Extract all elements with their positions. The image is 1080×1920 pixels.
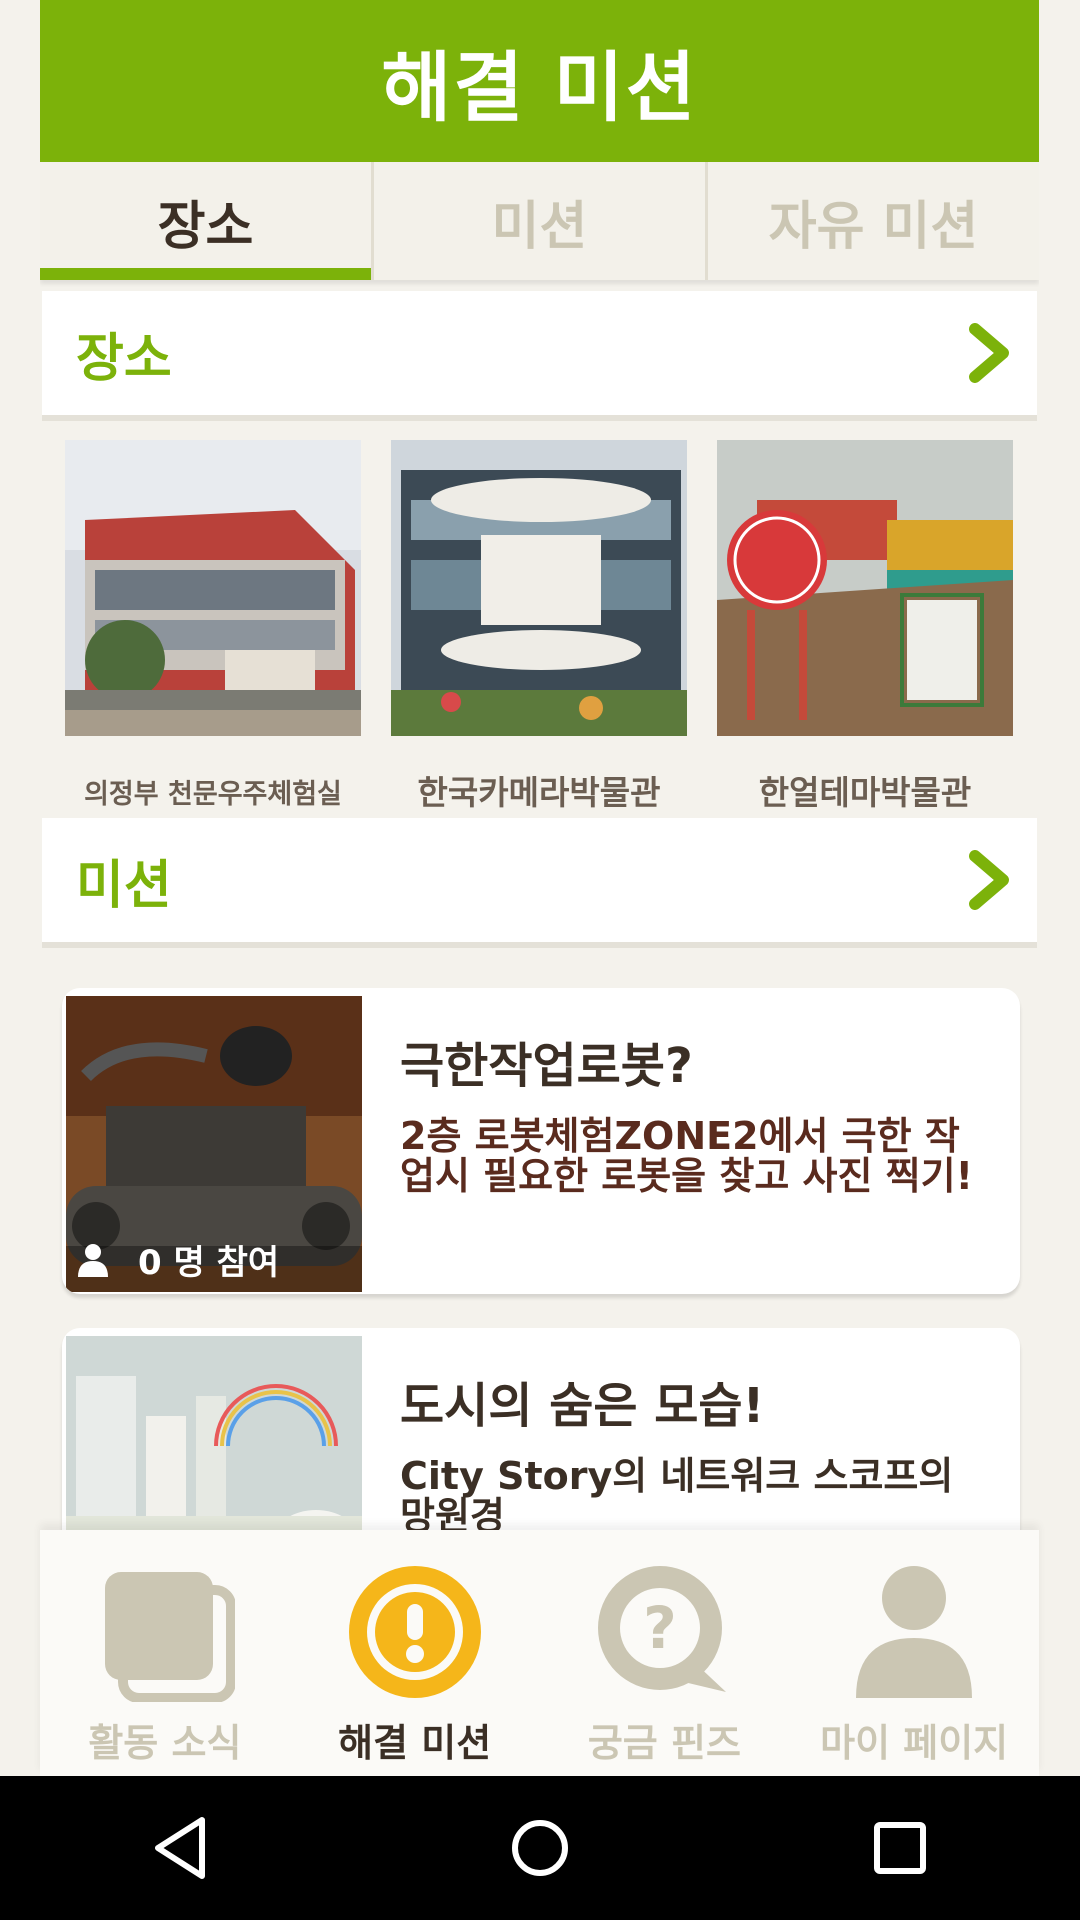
places-section-title: 장소 — [76, 328, 172, 389]
nav-item-mypage[interactable]: 마이 페이지 — [789, 1530, 1039, 1776]
mission-alert-icon[interactable] — [345, 1562, 485, 1702]
mission-description: 2층 로봇체험ZONE2에서 극한 작업시 필요한 로봇을 찾고 사진 찍기! — [400, 1114, 973, 1198]
nav-item-missions[interactable]: 해결 미션 — [290, 1530, 540, 1776]
bottom-nav: 활동 소식 해결 미션 ? 궁금 핀즈 마이 페이지 — [40, 1530, 1039, 1776]
tab-bar: 장소 미션 자유 미션 — [40, 162, 1039, 280]
place-name: 한얼테마박물관 — [758, 773, 972, 812]
missions-section-title: 미션 — [76, 855, 172, 916]
place-name: 의정부 천문우주체험실 — [84, 779, 342, 810]
nav-item-questions[interactable]: ? 궁금 핀즈 — [540, 1530, 790, 1776]
page-title: 해결 미션 — [381, 43, 698, 132]
recents-icon[interactable] — [860, 1808, 940, 1888]
tab-missions[interactable]: 미션 — [371, 162, 705, 280]
news-icon[interactable] — [95, 1562, 235, 1702]
mission-card[interactable]: 0 명 참여 극한작업로봇? 2층 로봇체험ZONE2에서 극한 작업시 필요한… — [62, 988, 1020, 1294]
app-header: 해결 미션 — [40, 0, 1039, 162]
places-section-header[interactable]: 장소 — [42, 291, 1037, 415]
system-nav-bar — [0, 1776, 1080, 1920]
person-icon[interactable] — [844, 1562, 984, 1702]
place-card[interactable]: 의정부 천문우주체험실 — [65, 440, 361, 814]
mission-title: 도시의 숨은 모습! — [400, 1378, 765, 1434]
mission-description: City Story의 네트워크 스코프의 망원경 — [400, 1454, 954, 1538]
home-icon[interactable] — [500, 1808, 580, 1888]
nav-label: 활동 소식 — [88, 1721, 242, 1765]
question-bubble-icon[interactable]: ? — [594, 1562, 734, 1702]
place-photo[interactable] — [391, 440, 687, 736]
participant-text: 0 명 참여 — [138, 1243, 280, 1283]
svg-text:?: ? — [644, 1594, 678, 1662]
places-list: 의정부 천문우주체험실 한국카메라박물관 한얼테마박물관 — [65, 440, 1025, 814]
place-card[interactable]: 한국카메라박물관 — [391, 440, 687, 814]
mission-title: 극한작업로봇? — [400, 1038, 693, 1094]
place-name: 한국카메라박물관 — [417, 773, 661, 812]
tab-free-missions[interactable]: 자유 미션 — [705, 162, 1039, 280]
place-photo[interactable] — [717, 440, 1013, 736]
participant-count: 0 명 참여 — [78, 1235, 279, 1284]
chevron-right-icon[interactable] — [965, 850, 1013, 910]
person-icon — [78, 1243, 108, 1277]
nav-label: 궁금 핀즈 — [587, 1721, 741, 1765]
nav-label: 해결 미션 — [338, 1721, 492, 1765]
missions-section-header[interactable]: 미션 — [42, 818, 1037, 942]
place-photo[interactable] — [65, 440, 361, 736]
nav-label: 마이 페이지 — [820, 1721, 1009, 1765]
app-screen: 해결 미션 장소 미션 자유 미션 장소 의정부 천문우주체험실 한국카메라박물… — [40, 0, 1039, 1776]
place-card[interactable]: 한얼테마박물관 — [717, 440, 1013, 814]
nav-item-news[interactable]: 활동 소식 — [40, 1530, 290, 1776]
chevron-right-icon[interactable] — [965, 323, 1013, 383]
mission-photo[interactable]: 0 명 참여 — [66, 996, 362, 1292]
tab-places[interactable]: 장소 — [40, 162, 371, 280]
back-icon[interactable] — [140, 1808, 220, 1888]
